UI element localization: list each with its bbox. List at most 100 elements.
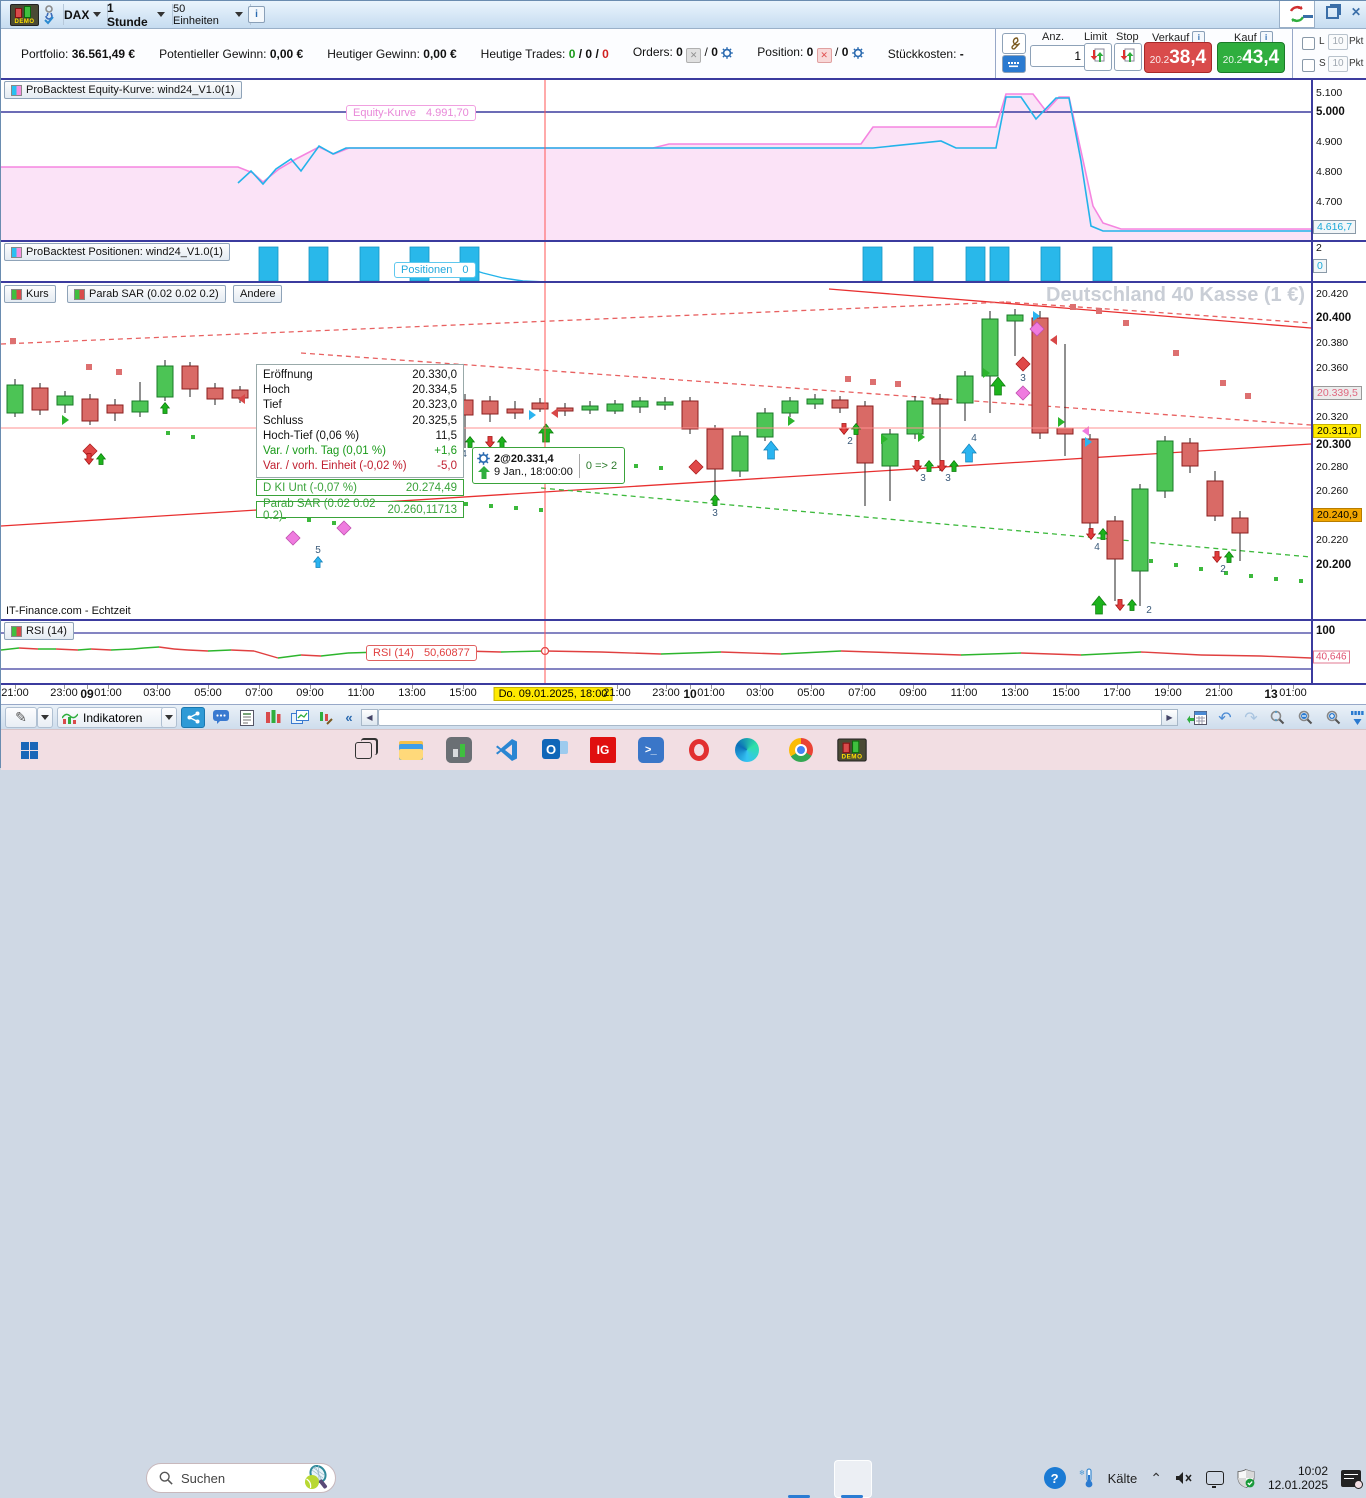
- limit-checkbox[interactable]: [1302, 37, 1315, 50]
- security-shield-icon[interactable]: [1237, 1469, 1255, 1488]
- tab-kurs[interactable]: Kurs: [4, 285, 56, 303]
- start-button[interactable]: [15, 736, 43, 764]
- stop-checkbox[interactable]: [1302, 59, 1315, 72]
- qty-input[interactable]: 1: [1030, 45, 1087, 67]
- scroll-left-button[interactable]: ◀: [361, 709, 378, 726]
- time-label: 07:00: [245, 687, 273, 699]
- order-marker-box[interactable]: 2@20.331,4 9 Jan., 18:00:00 0 => 2: [472, 447, 625, 484]
- timeframe-dropdown[interactable]: 1 Stunde: [100, 4, 173, 25]
- prorealtime-button[interactable]: DEMO: [838, 736, 866, 764]
- time-label: 03:00: [746, 687, 774, 699]
- rsi-segment: [321, 653, 348, 656]
- buy-button[interactable]: 20.243,4: [1217, 42, 1285, 73]
- chrome-button[interactable]: [787, 736, 815, 764]
- candle-body: [732, 436, 748, 471]
- opera-button[interactable]: [685, 736, 713, 764]
- tray-expand-icon[interactable]: ⌃: [1150, 1470, 1162, 1487]
- order-ticket: Anz. 1 Limit Stop Verkaufi 20.238,4 Kauf…: [995, 29, 1292, 78]
- indicators-dropdown[interactable]: [161, 707, 177, 728]
- rsi-segment: [1, 648, 19, 650]
- tab-parab-sar[interactable]: Parab SAR (0.02 0.02 0.2): [67, 285, 226, 303]
- candle-body: [907, 401, 923, 434]
- scroll-right-button[interactable]: ▶: [1161, 709, 1178, 726]
- down-arrow-marker: [1213, 552, 1222, 563]
- taskbar-clock[interactable]: 10:02 12.01.2025: [1268, 1464, 1328, 1492]
- cancel-orders-icon[interactable]: ✕: [686, 48, 701, 63]
- chart-scrollbar[interactable]: [378, 709, 1162, 726]
- rsi-segment: [91, 649, 111, 650]
- zoom-fit-button[interactable]: [1265, 707, 1291, 728]
- tab-rsi[interactable]: RSI (14): [4, 622, 74, 640]
- panel-divider[interactable]: [1, 619, 1366, 621]
- chrome-icon: [789, 738, 813, 762]
- redo-button[interactable]: ↷: [1239, 707, 1263, 728]
- draw-tool-button[interactable]: ✎: [5, 707, 37, 728]
- time-label: 21:00: [1205, 687, 1233, 699]
- order-tools-button[interactable]: [1002, 33, 1026, 54]
- file-explorer-button[interactable]: [397, 736, 425, 764]
- stocks-app-icon: [446, 737, 472, 763]
- thermometer-icon[interactable]: ❄: [1079, 1468, 1095, 1488]
- sar-square-marker: [895, 381, 901, 387]
- draw-tool-dropdown[interactable]: [37, 707, 53, 728]
- undo-button[interactable]: ↶: [1213, 707, 1237, 728]
- units-dropdown[interactable]: 50 Einheiten: [166, 4, 251, 25]
- close-button[interactable]: ✕: [1349, 5, 1363, 19]
- sell-button[interactable]: 20.238,4: [1144, 42, 1212, 73]
- close-position-icon[interactable]: ✕: [817, 48, 832, 63]
- powershell-button[interactable]: >_: [637, 736, 665, 764]
- notifications-icon[interactable]: [1341, 1470, 1361, 1487]
- l-points-input[interactable]: 10: [1328, 34, 1348, 50]
- rsi-segment: [301, 655, 321, 656]
- rsi-series-label[interactable]: RSI (14)50,60877: [366, 645, 477, 661]
- share-button[interactable]: [181, 707, 205, 728]
- stocks-app-button[interactable]: [445, 736, 473, 764]
- ig-button[interactable]: IG: [589, 736, 617, 764]
- tab-equity-curve[interactable]: ProBacktest Equity-Kurve: wind24_V1.0(1): [4, 81, 242, 99]
- positions-series-label[interactable]: Positionen0: [394, 262, 476, 278]
- compare-button[interactable]: [261, 707, 285, 728]
- weather-label[interactable]: Kälte: [1108, 1471, 1138, 1486]
- panel-divider[interactable]: [1, 78, 1366, 80]
- today-gain-stat: Heutiger Gewinn: 0,00 €: [327, 47, 456, 61]
- panel-divider[interactable]: [1, 240, 1366, 242]
- sar-square-marker: [1173, 350, 1179, 356]
- s-points-input[interactable]: 10: [1328, 56, 1348, 72]
- outlook-button[interactable]: O: [541, 736, 569, 764]
- zoom-in-button[interactable]: [1321, 707, 1347, 728]
- display-options-button[interactable]: [1347, 707, 1366, 728]
- edge-button[interactable]: [733, 736, 761, 764]
- equity-series-label[interactable]: Equity-Kurve4.991,70: [346, 105, 476, 121]
- cast-icon[interactable]: [1206, 1471, 1224, 1485]
- restore-button[interactable]: [1325, 5, 1339, 19]
- info-button[interactable]: i: [241, 4, 272, 25]
- sar-dot: [1249, 574, 1253, 578]
- tab-positions[interactable]: ProBacktest Positionen: wind24_V1.0(1): [4, 243, 230, 261]
- tab-andere[interactable]: Andere: [233, 285, 282, 303]
- task-view-button[interactable]: [349, 736, 377, 764]
- collapse-toolbar-button[interactable]: «: [339, 707, 359, 728]
- vscode-button[interactable]: [493, 736, 521, 764]
- help-button[interactable]: ?: [1044, 1467, 1066, 1489]
- minimize-button[interactable]: [1301, 5, 1315, 19]
- price-chart-canvas[interactable]: 54323343422: [1, 79, 1312, 684]
- zoom-out-button[interactable]: [1293, 707, 1319, 728]
- tooltip-row: Hoch20.334,5: [263, 383, 457, 398]
- position-settings-icon[interactable]: [852, 47, 864, 59]
- windows-button[interactable]: [287, 707, 313, 728]
- indicators-button[interactable]: Indikatoren: [57, 707, 165, 728]
- limit-order-button[interactable]: [1084, 43, 1112, 71]
- share-icon: [187, 711, 200, 724]
- sar-square-marker: [1245, 393, 1251, 399]
- chart-settings-button[interactable]: [313, 707, 337, 728]
- comments-button[interactable]: [209, 707, 233, 728]
- panel-divider[interactable]: [1, 281, 1366, 283]
- order-keyboard-button[interactable]: [1002, 55, 1026, 73]
- volume-muted-icon[interactable]: [1175, 1471, 1193, 1485]
- goto-date-button[interactable]: [1183, 707, 1211, 728]
- orders-settings-icon[interactable]: [721, 47, 733, 59]
- stop-order-button[interactable]: [1114, 43, 1142, 71]
- news-button[interactable]: [235, 707, 259, 728]
- time-label: 01:00: [697, 687, 725, 699]
- taskbar-search[interactable]: Suchen: [146, 1463, 336, 1493]
